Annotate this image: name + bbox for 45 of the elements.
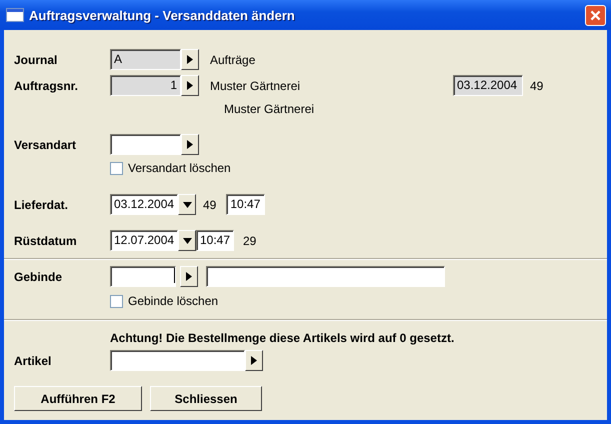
triangle-down-icon bbox=[182, 238, 192, 244]
triangle-right-icon bbox=[187, 55, 193, 64]
container-field[interactable] bbox=[110, 266, 176, 287]
field-label: Lieferdat. bbox=[14, 198, 70, 212]
window-icon bbox=[6, 8, 24, 22]
triangle-down-icon bbox=[182, 202, 192, 208]
lookup-button[interactable] bbox=[181, 49, 199, 70]
lookup-button[interactable] bbox=[245, 350, 263, 371]
window-title: Auftragsverwaltung - Versanddaten ändern bbox=[29, 8, 296, 22]
date-field[interactable]: 12.07.2004 bbox=[110, 230, 178, 251]
checkbox[interactable] bbox=[110, 294, 123, 308]
triangle-right-icon bbox=[187, 140, 193, 149]
lookup-button[interactable] bbox=[180, 266, 198, 287]
customer-name: Muster Gärtnerei bbox=[224, 102, 314, 116]
warning-message: Achtung! Die Bestellmenge diese Artikels wird auf 0 gesetzt. bbox=[110, 331, 454, 345]
dialog-button[interactable]: Schliessen bbox=[150, 386, 262, 411]
customer-name: Muster Gärtnerei bbox=[210, 78, 302, 92]
field-label: Versandart bbox=[14, 138, 78, 152]
container-description-field[interactable] bbox=[206, 266, 445, 287]
dropdown-button[interactable] bbox=[178, 230, 196, 251]
lookup-button[interactable] bbox=[181, 134, 199, 155]
field-label: Gebinde bbox=[14, 270, 64, 284]
week-number: 49 bbox=[203, 198, 216, 212]
field-label: Artikel bbox=[14, 354, 52, 368]
close-button[interactable] bbox=[585, 4, 606, 26]
checkbox[interactable] bbox=[110, 162, 123, 174]
date-field[interactable]: 03.12.2004 bbox=[110, 194, 178, 215]
journal-description: Aufträge bbox=[210, 52, 256, 66]
field-label: Auftragsnr. bbox=[14, 78, 80, 92]
time-field[interactable]: 10:47 bbox=[226, 194, 266, 215]
triangle-right-icon bbox=[187, 81, 193, 90]
dialog-button[interactable]: Aufführen F2 bbox=[14, 386, 142, 411]
clear-container-checkbox[interactable]: Gebinde löschen bbox=[110, 294, 218, 308]
field-label: Rüstdatum bbox=[14, 234, 78, 248]
time-field[interactable]: 10:47 bbox=[196, 230, 234, 251]
clear-shipping-checkbox[interactable]: Versandart löschen bbox=[110, 161, 231, 175]
triangle-right-icon bbox=[251, 356, 257, 365]
week-number: 29 bbox=[243, 234, 256, 248]
triangle-right-icon bbox=[186, 272, 192, 281]
week-number: 49 bbox=[530, 78, 544, 92]
dropdown-button[interactable] bbox=[178, 194, 196, 215]
article-field[interactable] bbox=[110, 350, 245, 371]
lookup-button[interactable] bbox=[181, 75, 199, 96]
field-label: Journal bbox=[14, 52, 58, 66]
shipping-method-field[interactable] bbox=[110, 134, 181, 155]
